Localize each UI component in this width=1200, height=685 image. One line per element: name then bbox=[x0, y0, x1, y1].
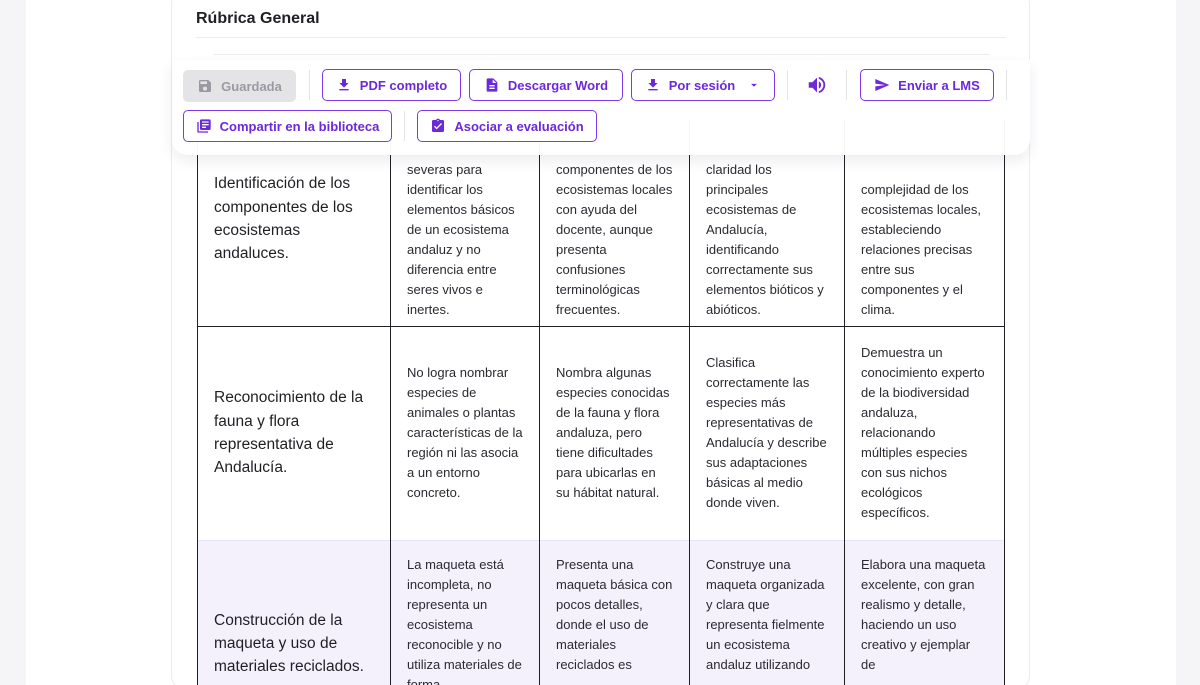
session-download-dropdown[interactable]: Por sesión bbox=[631, 69, 775, 101]
pdf-download-label: PDF completo bbox=[359, 77, 448, 93]
criterion-cell: Construcción de la maqueta y uso de mate… bbox=[197, 539, 391, 685]
level-cell: Demuestra un conocimiento experto de la … bbox=[844, 325, 1005, 540]
table-row: Construcción de la maqueta y uso de mate… bbox=[197, 539, 1005, 685]
send-lms-label: Enviar a LMS bbox=[898, 77, 980, 93]
associate-evaluation-label: Asociar a evaluación bbox=[454, 118, 584, 134]
toolbar-separator bbox=[846, 70, 847, 100]
toolbar-separator bbox=[1006, 70, 1007, 100]
send-lms-button[interactable]: Enviar a LMS bbox=[860, 69, 994, 101]
title-divider bbox=[196, 37, 1006, 38]
word-download-button[interactable]: Descargar Word bbox=[469, 69, 623, 101]
saved-button[interactable]: Guardada bbox=[183, 70, 296, 102]
level-cell: Construye una maqueta organizada y clara… bbox=[689, 539, 845, 685]
session-download-label: Por sesión bbox=[668, 77, 736, 93]
share-library-label: Compartir en la biblioteca bbox=[219, 118, 380, 134]
associate-evaluation-button[interactable]: Asociar a evaluación bbox=[417, 110, 597, 142]
toolbar-separator bbox=[787, 70, 788, 100]
document-icon bbox=[486, 78, 498, 92]
criterion-cell: Reconocimiento de la fauna y flora repre… bbox=[197, 325, 391, 540]
library-icon bbox=[197, 119, 211, 133]
level-cell: Clasifica correctamente las especies más… bbox=[689, 325, 845, 540]
card-title: Rúbrica General bbox=[196, 10, 320, 27]
level-cell: No logra nombrar especies de animales o … bbox=[390, 325, 540, 540]
toolbar-separator bbox=[404, 111, 405, 141]
level-cell: Nombra algunas especies conocidas de la … bbox=[539, 325, 690, 540]
level-cell: La maqueta está incompleta, no represent… bbox=[390, 539, 540, 685]
level-cell: Elabora una maqueta excelente, con gran … bbox=[844, 539, 1005, 685]
share-library-button[interactable]: Compartir en la biblioteca bbox=[183, 110, 392, 142]
send-icon bbox=[875, 79, 890, 91]
volume-icon[interactable] bbox=[805, 73, 829, 97]
level-cell: Presenta una maqueta básica con pocos de… bbox=[539, 539, 690, 685]
caret-down-icon bbox=[751, 83, 758, 87]
pdf-download-button[interactable]: PDF completo bbox=[322, 69, 461, 101]
download-icon bbox=[648, 79, 658, 91]
assignment-check-icon bbox=[432, 118, 445, 132]
content-divider bbox=[213, 54, 990, 55]
toolbar-separator bbox=[309, 70, 310, 100]
table-row: Reconocimiento de la fauna y flora repre… bbox=[197, 325, 1005, 540]
download-icon bbox=[339, 79, 349, 91]
saved-button-label: Guardada bbox=[221, 78, 282, 94]
word-download-label: Descargar Word bbox=[507, 77, 609, 93]
rubric-table: Identificación de los componentes de los… bbox=[197, 120, 1005, 685]
save-icon bbox=[199, 80, 212, 92]
